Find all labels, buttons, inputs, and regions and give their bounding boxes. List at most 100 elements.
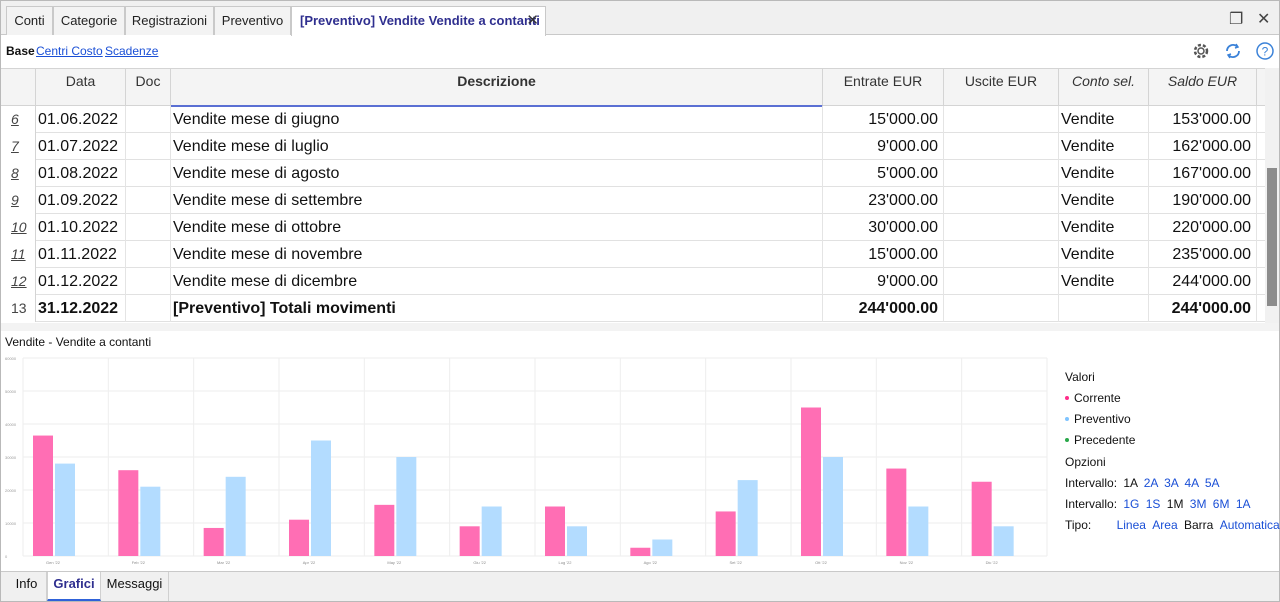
table-row[interactable]: 10 01.10.2022 Vendite mese di ottobre 30'00… <box>1 214 1265 241</box>
bottom-tab-messaggi[interactable]: Messaggi <box>101 572 169 601</box>
header-descrizione[interactable]: Descrizione <box>171 69 823 107</box>
row-entrate[interactable]: 15'000.00 <box>823 106 944 133</box>
legend-corrente[interactable]: Corrente <box>1065 388 1280 409</box>
row-doc[interactable] <box>126 268 171 295</box>
row-entrate[interactable]: 15'000.00 <box>823 241 944 268</box>
row-saldo[interactable]: 220'000.00 <box>1149 214 1257 241</box>
view-centri-costo-link[interactable]: Centri Costo <box>36 44 103 58</box>
tab-conti[interactable]: Conti <box>6 6 53 35</box>
row-conto[interactable]: Vendite <box>1059 241 1149 268</box>
tipo-area-link[interactable]: Area <box>1152 518 1177 532</box>
tab-preventivo[interactable]: Preventivo <box>214 6 291 35</box>
row-description[interactable]: [Preventivo] Totali movimenti <box>171 295 823 322</box>
header-entrate[interactable]: Entrate EUR <box>823 69 944 107</box>
tab-preventivo-vendite[interactable]: [Preventivo] Vendite Vendite a contanti … <box>291 6 546 36</box>
row-date[interactable]: 01.12.2022 <box>36 268 126 295</box>
row-number[interactable]: 7 <box>1 133 36 160</box>
row-doc[interactable] <box>126 187 171 214</box>
row-conto[interactable]: Vendite <box>1059 214 1149 241</box>
row-description[interactable]: Vendite mese di novembre <box>171 241 823 268</box>
row-uscite[interactable] <box>944 214 1059 241</box>
row-date[interactable]: 31.12.2022 <box>36 295 126 322</box>
row-doc[interactable] <box>126 106 171 133</box>
table-scrollbar[interactable] <box>1265 68 1279 323</box>
close-window-icon[interactable]: ✕ <box>1257 9 1270 29</box>
tipo-automatica-link[interactable]: Automatica <box>1220 518 1280 532</box>
row-saldo[interactable]: 167'000.00 <box>1149 160 1257 187</box>
table-total-row[interactable]: 13 31.12.2022 [Preventivo] Totali moviment… <box>1 295 1265 322</box>
row-description[interactable]: Vendite mese di settembre <box>171 187 823 214</box>
row-uscite[interactable] <box>944 268 1059 295</box>
row-number[interactable]: 11 <box>1 241 36 268</box>
panel-splitter[interactable] <box>1 323 1279 331</box>
bottom-tab-grafici[interactable]: Grafici <box>47 572 101 601</box>
row-number[interactable]: 8 <box>1 160 36 187</box>
row-doc[interactable] <box>126 295 171 322</box>
legend-preventivo[interactable]: Preventivo <box>1065 409 1280 430</box>
restore-window-icon[interactable]: ❐ <box>1229 9 1243 29</box>
interval-6m-link[interactable]: 6M <box>1213 497 1230 511</box>
tab-close-icon[interactable]: ✕ <box>526 7 539 35</box>
interval-3a-link[interactable]: 3A <box>1164 476 1178 490</box>
row-date[interactable]: 01.11.2022 <box>36 241 126 268</box>
legend-precedente[interactable]: Precedente <box>1065 430 1280 451</box>
row-description[interactable]: Vendite mese di agosto <box>171 160 823 187</box>
row-date[interactable]: 01.09.2022 <box>36 187 126 214</box>
row-number[interactable]: 6 <box>1 106 36 133</box>
row-number[interactable]: 9 <box>1 187 36 214</box>
row-uscite[interactable] <box>944 160 1059 187</box>
tipo-linea-link[interactable]: Linea <box>1117 518 1146 532</box>
row-date[interactable]: 01.10.2022 <box>36 214 126 241</box>
header-saldo[interactable]: Saldo EUR <box>1149 69 1257 107</box>
row-uscite[interactable] <box>944 295 1059 322</box>
row-entrate[interactable]: 23'000.00 <box>823 187 944 214</box>
bottom-tab-info[interactable]: Info <box>7 572 47 601</box>
tab-categorie[interactable]: Categorie <box>53 6 125 35</box>
header-conto-sel[interactable]: Conto sel. <box>1059 69 1149 107</box>
table-row[interactable]: 8 01.08.2022 Vendite mese di agosto 5'000.0… <box>1 160 1265 187</box>
table-row[interactable]: 11 01.11.2022 Vendite mese di novembre 15'0… <box>1 241 1265 268</box>
table-row[interactable]: 7 01.07.2022 Vendite mese di luglio 9'000.0… <box>1 133 1265 160</box>
row-doc[interactable] <box>126 133 171 160</box>
header-data[interactable]: Data <box>36 69 126 107</box>
refresh-icon[interactable] <box>1223 41 1243 66</box>
row-doc[interactable] <box>126 160 171 187</box>
row-saldo[interactable]: 244'000.00 <box>1149 295 1257 322</box>
interval-3m-link[interactable]: 3M <box>1190 497 1207 511</box>
row-entrate[interactable]: 30'000.00 <box>823 214 944 241</box>
table-row[interactable]: 6 01.06.2022 Vendite mese di giugno 15'000.… <box>1 106 1265 133</box>
row-description[interactable]: Vendite mese di ottobre <box>171 214 823 241</box>
interval-4a-link[interactable]: 4A <box>1184 476 1198 490</box>
row-description[interactable]: Vendite mese di dicembre <box>171 268 823 295</box>
row-uscite[interactable] <box>944 106 1059 133</box>
row-conto[interactable]: Vendite <box>1059 106 1149 133</box>
row-saldo[interactable]: 244'000.00 <box>1149 268 1257 295</box>
row-date[interactable]: 01.08.2022 <box>36 160 126 187</box>
row-description[interactable]: Vendite mese di luglio <box>171 133 823 160</box>
row-entrate[interactable]: 9'000.00 <box>823 133 944 160</box>
view-scadenze-link[interactable]: Scadenze <box>105 44 158 58</box>
interval-1s-link[interactable]: 1S <box>1146 497 1161 511</box>
row-saldo[interactable]: 235'000.00 <box>1149 241 1257 268</box>
scrollbar-thumb[interactable] <box>1267 168 1277 306</box>
interval-1a-link[interactable]: 1A <box>1236 497 1251 511</box>
row-conto[interactable]: Vendite <box>1059 187 1149 214</box>
interval-5a-link[interactable]: 5A <box>1205 476 1220 490</box>
row-doc[interactable] <box>126 241 171 268</box>
row-saldo[interactable]: 190'000.00 <box>1149 187 1257 214</box>
row-conto[interactable]: Vendite <box>1059 268 1149 295</box>
tab-registrazioni[interactable]: Registrazioni <box>125 6 214 35</box>
row-uscite[interactable] <box>944 133 1059 160</box>
row-conto[interactable] <box>1059 295 1149 322</box>
interval-1g-link[interactable]: 1G <box>1123 497 1139 511</box>
row-description[interactable]: Vendite mese di giugno <box>171 106 823 133</box>
row-entrate[interactable]: 9'000.00 <box>823 268 944 295</box>
row-date[interactable]: 01.06.2022 <box>36 106 126 133</box>
table-row[interactable]: 9 01.09.2022 Vendite mese di settembre 23'0… <box>1 187 1265 214</box>
gear-icon[interactable] <box>1191 41 1211 66</box>
row-uscite[interactable] <box>944 187 1059 214</box>
row-doc[interactable] <box>126 214 171 241</box>
row-number[interactable]: 12 <box>1 268 36 295</box>
row-date[interactable]: 01.07.2022 <box>36 133 126 160</box>
table-row[interactable]: 12 01.12.2022 Vendite mese di dicembre 9'00… <box>1 268 1265 295</box>
